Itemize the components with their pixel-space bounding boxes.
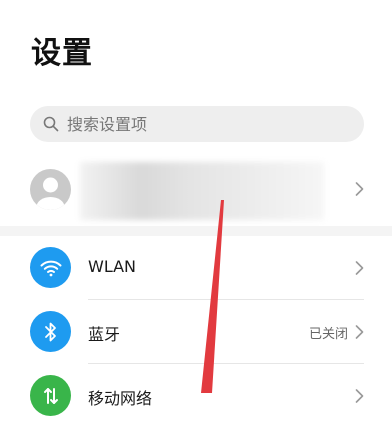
bluetooth-icon (30, 311, 71, 352)
mobile-network-icon (30, 375, 71, 416)
settings-item-value: 已关闭 (308, 327, 348, 342)
settings-item-mobile-network[interactable]: 移动网络 (0, 364, 392, 428)
settings-item-label: 移动网络 (88, 389, 153, 408)
account-info-blurred (80, 162, 324, 220)
search-bar[interactable] (30, 106, 364, 142)
chevron-right-icon (355, 389, 364, 403)
account-row[interactable] (0, 158, 392, 220)
settings-item-wlan[interactable]: WLAN (0, 236, 392, 300)
avatar-icon (30, 169, 71, 210)
chevron-right-icon (355, 261, 364, 275)
settings-item-bluetooth[interactable]: 蓝牙 已关闭 (0, 300, 392, 364)
chevron-right-icon (355, 182, 364, 196)
chevron-right-icon (355, 325, 364, 339)
page-title: 设置 (31, 36, 93, 71)
search-icon (43, 116, 59, 132)
settings-item-label: WLAN (88, 257, 137, 276)
wifi-icon (30, 247, 71, 288)
section-divider (0, 226, 392, 236)
settings-item-label: 蓝牙 (88, 325, 121, 344)
search-input[interactable] (67, 114, 327, 134)
